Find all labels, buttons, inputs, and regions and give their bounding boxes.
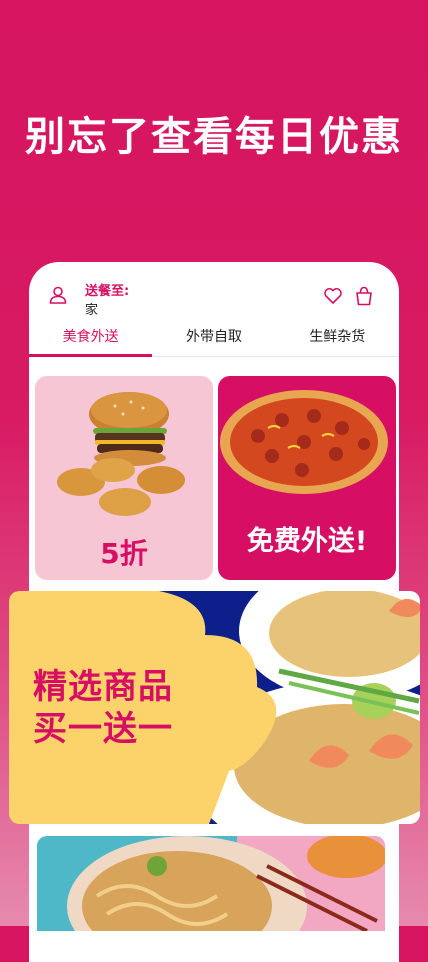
free-delivery-label: 免费外送! (246, 526, 368, 557)
discount-deal-card[interactable]: 5折 (35, 376, 213, 580)
tab-food-delivery[interactable]: 美食外送 (29, 324, 153, 357)
user-icon[interactable] (49, 286, 67, 304)
promo-headline: 别忘了查看每日优惠 (25, 114, 403, 160)
pizza-image (220, 390, 388, 494)
promo-line-2: 买一送一 (33, 709, 173, 749)
burger-nuggets-image (57, 392, 185, 516)
free-delivery-card[interactable]: 免费外送! (218, 376, 396, 580)
category-tabs: 美食外送 外带自取 生鲜杂货 (29, 324, 399, 357)
noodle-dish-card[interactable] (37, 836, 385, 931)
delivery-address[interactable]: 家 (85, 299, 98, 318)
heart-icon[interactable] (323, 286, 343, 306)
discount-label: 5折 (100, 537, 148, 570)
delivery-label[interactable]: 送餐至: (85, 280, 129, 299)
top-bar: 送餐至: 家 (29, 262, 399, 324)
noodle-bowl-image (67, 836, 385, 931)
tab-groceries[interactable]: 生鲜杂货 (276, 324, 399, 356)
tab-pickup[interactable]: 外带自取 (152, 324, 275, 356)
shopping-bag-icon[interactable] (355, 286, 373, 306)
bogo-promo-banner[interactable]: 精选商品 买一送一 (9, 591, 420, 824)
